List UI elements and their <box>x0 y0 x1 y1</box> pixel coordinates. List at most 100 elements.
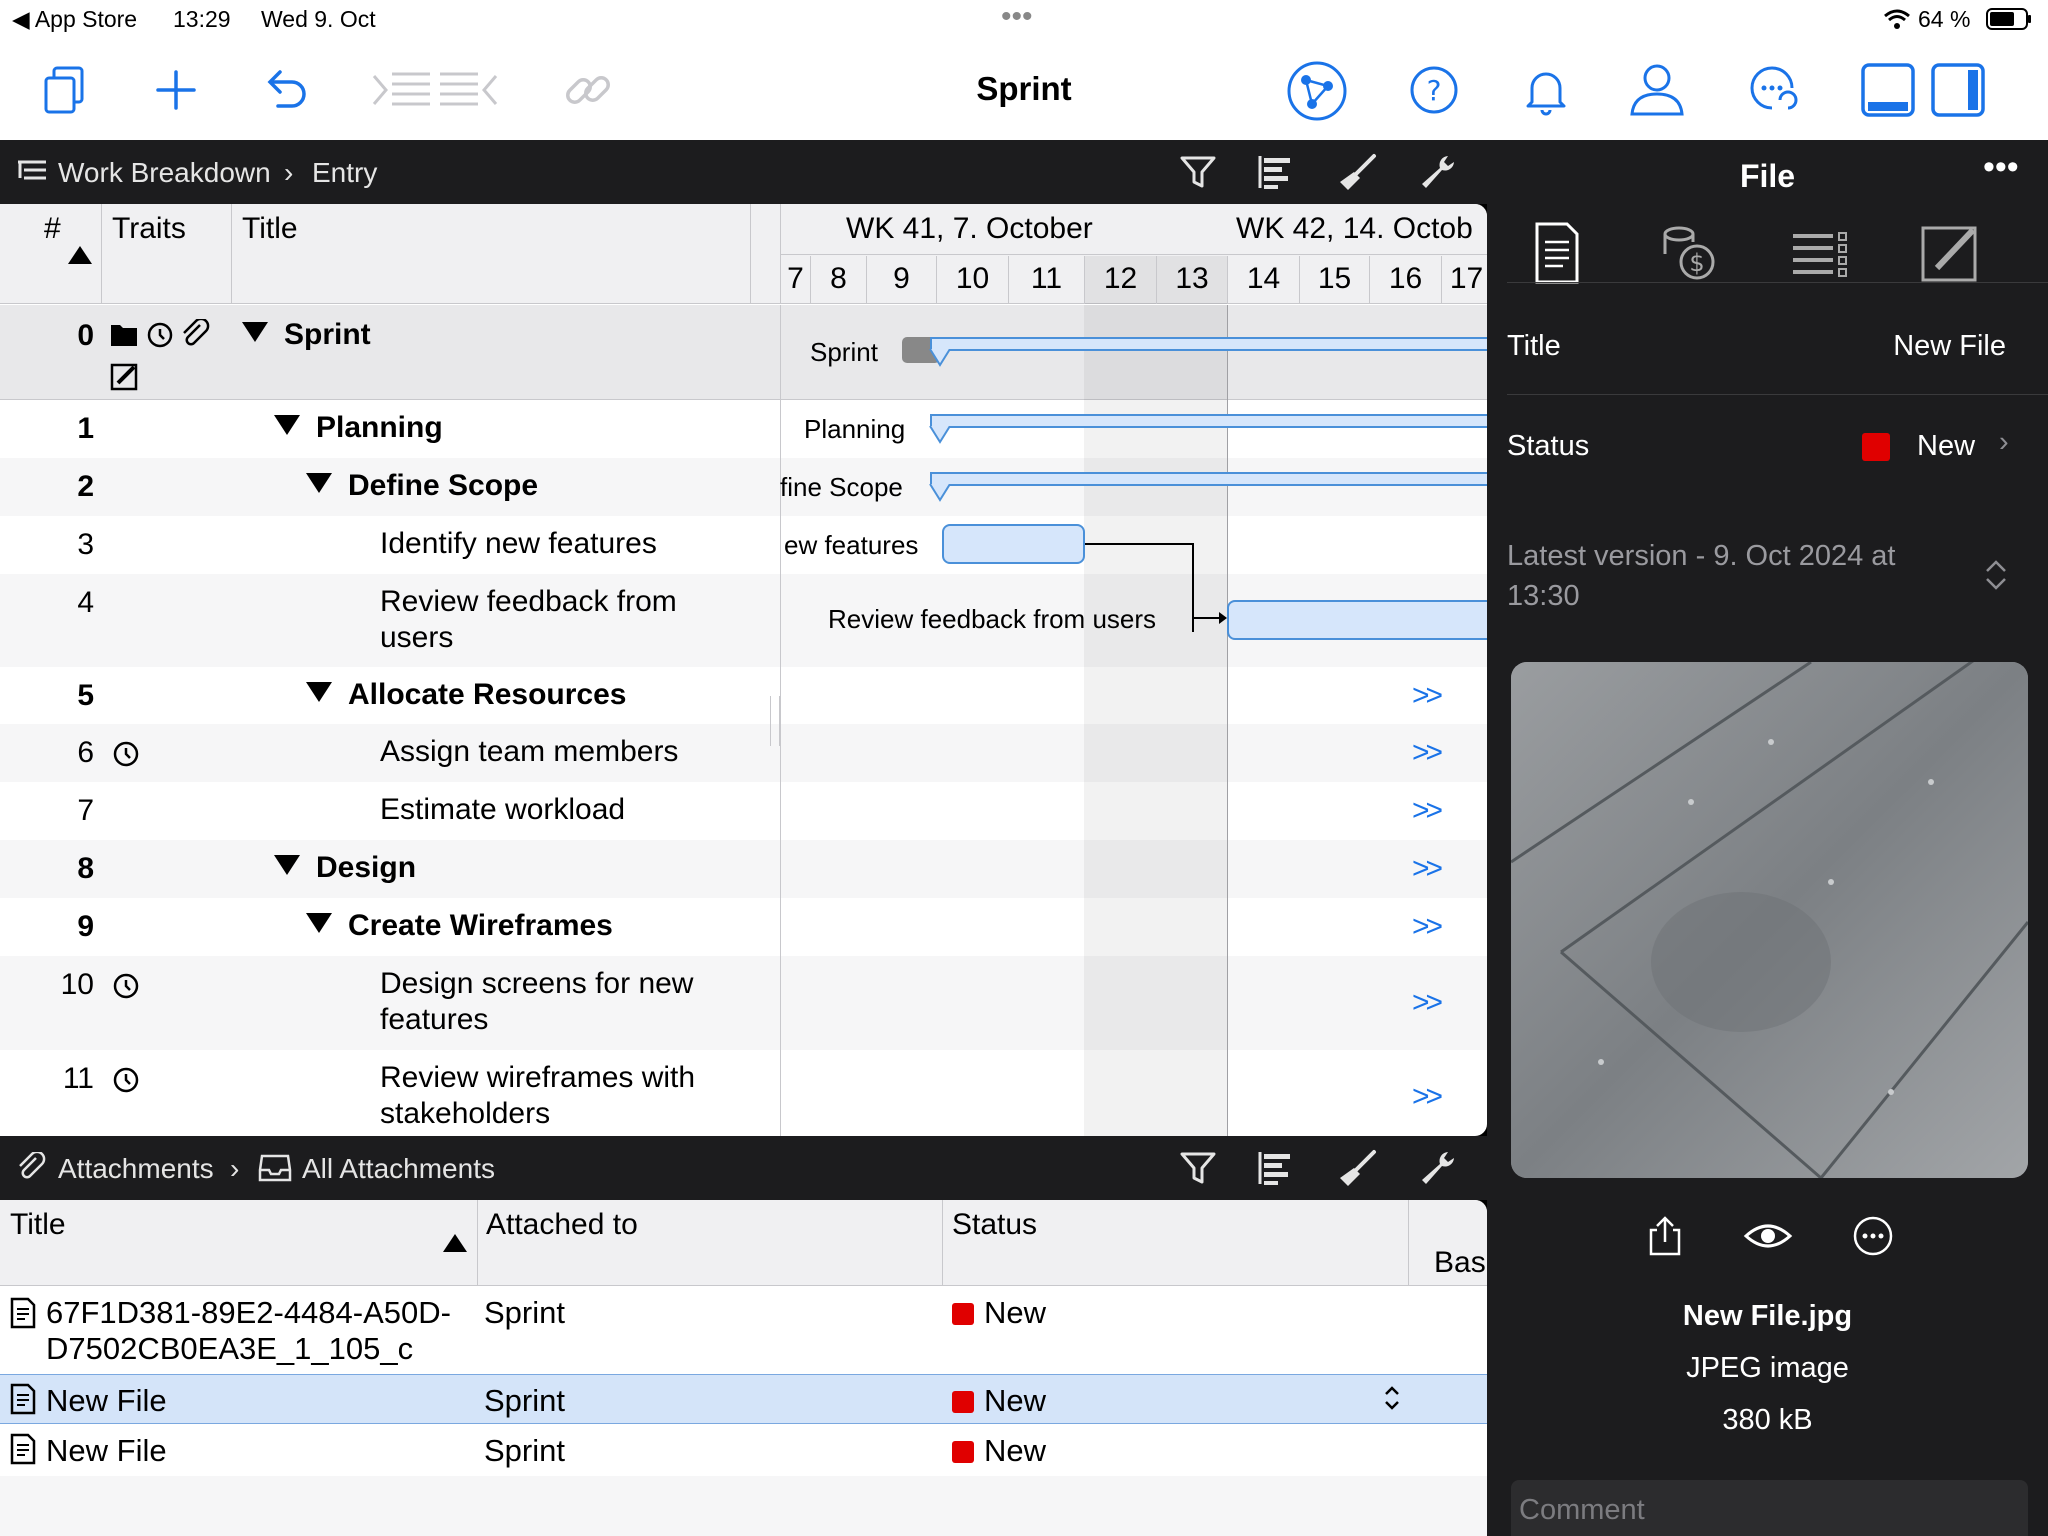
scroll-to-bar-button[interactable]: >> <box>1412 852 1443 886</box>
status-picker-chevron-icon[interactable] <box>1382 1383 1402 1413</box>
column-number[interactable]: # <box>44 212 61 246</box>
filter-icon[interactable] <box>1178 152 1218 192</box>
multitask-dots-icon[interactable]: ••• <box>1001 0 1033 34</box>
breadcrumb-all-attachments[interactable]: All Attachments <box>302 1153 495 1185</box>
attachment-row-selected[interactable]: New File Sprint New <box>0 1374 1487 1424</box>
breadcrumb-work-breakdown[interactable]: Work Breakdown <box>58 157 271 189</box>
attachment-row[interactable]: 67F1D381-89E2-4484-A50D-D7502CB0EA3E_1_1… <box>0 1287 1487 1373</box>
wbs-section-header: Work Breakdown › Entry <box>0 140 1487 204</box>
column-title[interactable]: Title <box>10 1208 66 1242</box>
task-title: Planning <box>274 410 443 446</box>
table-row[interactable]: 7 Estimate workload >> <box>0 782 1487 840</box>
brush-icon[interactable] <box>1338 152 1378 192</box>
more-options-icon[interactable]: ••• <box>1983 148 2019 187</box>
file-preview-image[interactable] <box>1511 662 2028 1178</box>
breadcrumb-entry[interactable]: Entry <box>312 157 377 189</box>
more-actions-icon[interactable] <box>1851 1214 1895 1258</box>
brush-icon[interactable] <box>1338 1148 1378 1188</box>
gantt-task-bar[interactable] <box>1227 600 1487 640</box>
table-row[interactable]: 9 Create Wireframes >> <box>0 898 1487 956</box>
scroll-to-bar-button[interactable]: >> <box>1412 910 1443 944</box>
person-icon[interactable] <box>1626 58 1688 120</box>
back-app-label: App Store <box>34 6 138 32</box>
tab-costs-icon[interactable]: $ <box>1655 220 1721 286</box>
wrench-icon[interactable] <box>1418 152 1458 192</box>
paperclip-icon <box>16 1150 46 1182</box>
collapse-triangle-icon[interactable] <box>306 682 332 702</box>
gantt-summary-bar[interactable] <box>930 472 1487 486</box>
gantt-summary-bar[interactable] <box>930 337 1487 351</box>
attachment-status: New <box>952 1383 1046 1419</box>
help-icon[interactable]: ? <box>1406 62 1462 118</box>
tab-edit-icon[interactable] <box>1917 220 1983 286</box>
bar-layout-icon[interactable] <box>1256 152 1296 192</box>
gantt-summary-tick-icon <box>929 349 951 367</box>
table-row[interactable]: 2 Define Scope fine Scope <box>0 458 1487 516</box>
collapse-triangle-icon[interactable] <box>274 415 300 435</box>
clock-icon <box>112 972 140 1000</box>
column-base[interactable]: Bas <box>1434 1246 1486 1280</box>
gantt-summary-bar[interactable] <box>930 414 1487 428</box>
breadcrumb-attachments[interactable]: Attachments <box>58 1153 214 1185</box>
scroll-to-bar-button[interactable]: >> <box>1412 794 1443 828</box>
table-row[interactable]: 5 Allocate Resources >> <box>0 667 1487 724</box>
table-row[interactable]: 8 Design >> <box>0 840 1487 898</box>
wbs-column-header: # Traits Title WK 41, 7. October WK 42, … <box>0 204 1487 304</box>
attachment-attached-to: Sprint <box>484 1433 565 1468</box>
disclosure-chevron-icon[interactable]: › <box>1999 426 2009 459</box>
bar-layout-icon[interactable] <box>1256 1148 1296 1188</box>
collapse-triangle-icon[interactable] <box>242 322 268 342</box>
row-number: 11 <box>62 1062 94 1095</box>
scroll-to-bar-button[interactable]: >> <box>1412 736 1443 770</box>
collapse-triangle-icon[interactable] <box>306 473 332 493</box>
column-traits[interactable]: Traits <box>112 212 186 246</box>
column-status[interactable]: Status <box>952 1208 1037 1242</box>
tab-list-icon[interactable] <box>1787 220 1853 286</box>
attachment-title: New File <box>46 1383 167 1418</box>
share-icon[interactable] <box>1643 1214 1687 1258</box>
table-row[interactable]: 4 Review feedback from users Review feed… <box>0 574 1487 667</box>
table-row[interactable]: 1 Planning Planning <box>0 400 1487 458</box>
row-number: 5 <box>77 679 94 712</box>
table-row[interactable]: 3 Identify new features ew features <box>0 516 1487 632</box>
tab-details-icon[interactable] <box>1523 220 1589 286</box>
version-chevron-icon[interactable] <box>1983 558 2009 592</box>
table-row[interactable]: 11 Review wireframes with stakeholders >… <box>0 1050 1487 1136</box>
scroll-to-bar-button[interactable]: >> <box>1412 1080 1443 1114</box>
collapse-triangle-icon[interactable] <box>306 913 332 933</box>
scroll-to-bar-button[interactable]: >> <box>1412 679 1443 713</box>
column-title[interactable]: Title <box>242 212 298 246</box>
version-selector[interactable]: Latest version - 9. Oct 2024 at 13:30 <box>1507 536 1967 616</box>
row-number: 9 <box>77 910 94 943</box>
column-attached-to[interactable]: Attached to <box>486 1208 638 1242</box>
gantt-task-bar[interactable] <box>942 524 1085 564</box>
network-icon[interactable] <box>1286 60 1348 122</box>
file-size: 380 kB <box>1722 1404 1813 1436</box>
preview-eye-icon[interactable] <box>1743 1214 1793 1258</box>
side-panel-icon[interactable] <box>1930 62 1986 118</box>
table-row[interactable]: 0 Sprint Sprint <box>0 305 1487 399</box>
document-icon <box>10 1383 36 1415</box>
comment-field[interactable]: Comment <box>1511 1480 2028 1536</box>
status-label: Status <box>1507 430 1590 462</box>
table-row[interactable]: 10 Design screens for new features >> <box>0 956 1487 1050</box>
status-text: New <box>984 1383 1047 1418</box>
title-value-field[interactable]: New File <box>1893 330 2006 363</box>
bell-icon[interactable] <box>1518 62 1574 118</box>
sync-icon[interactable] <box>1744 62 1800 118</box>
battery-icon <box>1986 8 2032 30</box>
wrench-icon[interactable] <box>1418 1148 1458 1188</box>
table-row[interactable]: 6 Assign team members >> <box>0 724 1487 782</box>
collapse-triangle-icon[interactable] <box>274 855 300 875</box>
back-to-app-store[interactable]: ◀ App Store <box>12 6 137 33</box>
week-41-label: WK 41, 7. October <box>846 212 1093 245</box>
attachment-title: New File <box>46 1433 167 1468</box>
day-label-9: 9 <box>866 256 936 304</box>
scroll-to-bar-button[interactable]: >> <box>1412 986 1443 1020</box>
filter-icon[interactable] <box>1178 1148 1218 1188</box>
task-title: Estimate workload <box>380 793 626 826</box>
status-color-swatch <box>952 1391 974 1413</box>
status-value-picker[interactable]: New <box>1917 430 1975 463</box>
bottom-panel-icon[interactable] <box>1860 62 1916 118</box>
attachment-row[interactable]: New File Sprint New <box>0 1425 1487 1475</box>
